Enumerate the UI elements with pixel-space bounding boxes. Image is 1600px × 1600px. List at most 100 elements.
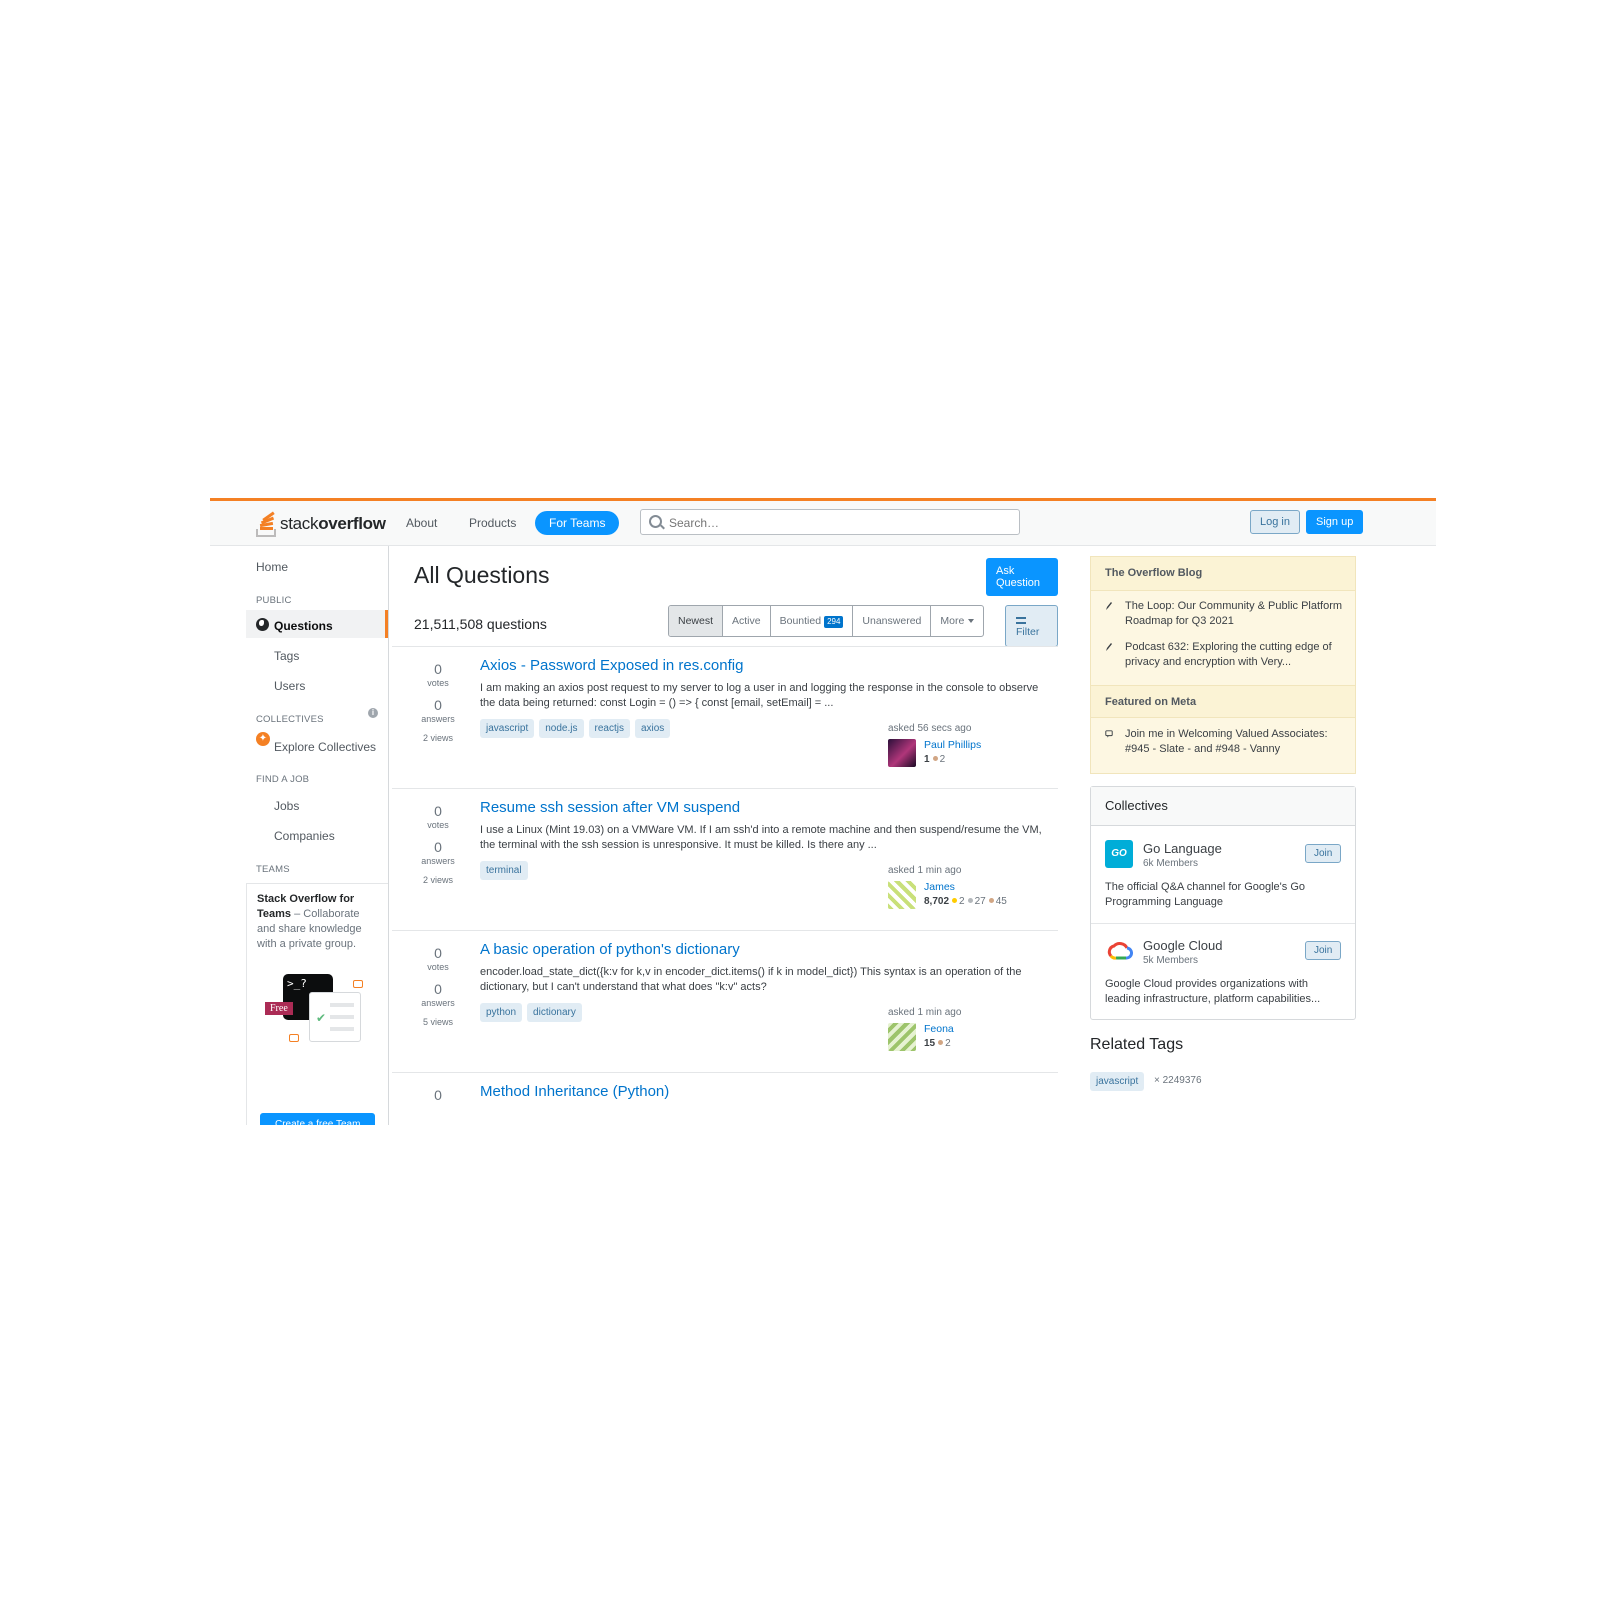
question-owner: asked 1 min ago Feona 15 2 [888,1007,1048,1051]
question-excerpt: I use a Linux (Mint 19.03) on a VMWare V… [480,824,1042,851]
collective-item: GO Go Language 6k Members Join The offic… [1091,826,1355,924]
tab-more[interactable]: More [931,606,983,636]
sidebar-heading-find-job: FIND A JOB [256,774,310,785]
question-title-link[interactable]: Method Inheritance (Python) [480,1083,669,1100]
join-button[interactable]: Join [1305,941,1342,960]
tag-axios[interactable]: axios [634,719,671,738]
free-badge: Free [265,1002,293,1015]
sidebar-item-jobs[interactable]: Jobs [274,799,299,813]
collective-name[interactable]: Google Cloud [1143,938,1223,953]
blog-item[interactable]: Podcast 632: Exploring the cutting edge … [1105,640,1345,670]
left-sidebar: Home PUBLIC Questions Tags Users COLLECT… [210,546,389,1125]
check-icon: ✔ [316,1011,327,1025]
user-reputation: 12 [924,754,946,765]
tag-javascript[interactable]: javascript [480,719,535,738]
collective-name[interactable]: Go Language [1143,841,1222,856]
avatar[interactable] [888,1023,916,1051]
tag-nodejs[interactable]: node.js [539,719,584,738]
question-summary: 0 Method Inheritance (Python) [392,1072,1058,1125]
stackoverflow-logo-icon [256,511,276,537]
tab-bountied[interactable]: Bountied 294 [771,606,854,636]
question-stats: 0 votes 0 answers 2 views [406,803,470,885]
filter-icon [1016,616,1026,624]
blog-item[interactable]: The Loop: Our Community & Public Platfor… [1105,599,1345,629]
user-name-link[interactable]: James [924,881,955,893]
ask-question-button[interactable]: Ask Question [986,558,1058,596]
collective-members: 6k Members [1143,858,1199,869]
question-title-link[interactable]: A basic operation of python's dictionary [480,941,740,958]
asked-time: asked 1 min ago [888,1007,962,1018]
avatar[interactable] [888,739,916,767]
sidebar-item-home[interactable]: Home [256,560,288,574]
top-navigation: stackoverflow About Products For Teams L… [210,501,1436,546]
related-tag-javascript[interactable]: javascript [1090,1072,1145,1091]
sidebar-heading-teams: TEAMS [256,864,290,875]
blog-heading: The Overflow Blog [1091,557,1355,591]
tag-dictionary[interactable]: dictionary [527,1003,582,1022]
vote-count: 0 [434,661,442,677]
search-box[interactable] [640,509,1020,535]
related-tag-count: × 2249376 [1154,1075,1202,1086]
search-input[interactable] [667,512,1011,534]
stackoverflow-logo[interactable]: stackoverflow [256,509,386,539]
answer-count: 0 [434,981,442,997]
login-button[interactable]: Log in [1250,510,1300,534]
tag-python[interactable]: python [480,1003,523,1022]
tab-newest[interactable]: Newest [669,606,724,636]
checklist-illustration: ✔ [309,992,361,1042]
question-tags: python dictionary [480,1003,582,1022]
teams-promo-text: Stack Overflow for Teams – Collaborate a… [257,893,362,950]
question-title-link[interactable]: Resume ssh session after VM suspend [480,799,740,816]
chat-bubble-icon [353,980,363,988]
info-icon[interactable]: i [368,708,378,718]
user-name-link[interactable]: Paul Phillips [924,739,981,751]
sidebar-item-companies[interactable]: Companies [274,829,335,843]
tab-active[interactable]: Active [723,606,771,636]
signup-button[interactable]: Sign up [1306,510,1364,534]
view-count: 5 views [422,1017,453,1027]
collective-members: 5k Members [1143,955,1199,966]
sort-tabs: Newest Active Bountied 294 Unanswered Mor… [668,605,985,637]
go-language-logo[interactable]: GO [1105,840,1133,868]
tag-reactjs[interactable]: reactjs [588,719,630,738]
nav-for-teams[interactable]: For Teams [535,511,620,535]
collectives-star-icon: ✦ [256,732,270,746]
sidebar-heading-collectives: COLLECTIVES [256,714,324,725]
sidebar-item-tags[interactable]: Tags [274,649,299,663]
page-title: All Questions [414,562,550,588]
vote-label: votes [427,820,449,830]
question-stats: 0 votes 0 answers 2 views [406,661,470,743]
nav-about[interactable]: About [396,512,447,534]
join-button[interactable]: Join [1305,844,1342,863]
question-excerpt: encoder.load_state_dict({k:v for k,v in … [480,966,1022,993]
sidebar-item-explore-collectives[interactable]: Explore Collectives [274,740,376,754]
tag-terminal[interactable]: terminal [480,861,528,880]
question-stats: 0 votes 0 answers 5 views [406,945,470,1027]
google-cloud-logo[interactable] [1105,937,1133,965]
user-name-link[interactable]: Feona [924,1023,954,1035]
answer-label: answers [421,998,455,1008]
sidebar-item-users[interactable]: Users [274,679,305,693]
question-excerpt: I am making an axios post request to my … [480,682,1039,709]
question-title-link[interactable]: Axios - Password Exposed in res.config [480,657,743,674]
nav-products[interactable]: Products [459,512,526,534]
bounty-count-badge: 294 [824,616,844,628]
avatar[interactable] [888,881,916,909]
tab-unanswered[interactable]: Unanswered [853,606,932,636]
caret-down-icon [968,619,975,624]
logo-wordmark: stackoverflow [280,514,386,533]
sidebar-item-questions[interactable]: Questions [274,619,333,633]
asked-time: asked 56 secs ago [888,723,972,734]
answer-count: 0 [434,697,442,713]
filter-button[interactable]: Filter [1005,605,1058,647]
browser-viewport: stackoverflow About Products For Teams L… [210,498,1436,1125]
meta-icon [1105,730,1113,738]
vote-count: 0 [434,1087,442,1103]
user-reputation: 15 2 [924,1038,951,1049]
search-icon [649,515,662,528]
globe-icon [256,618,269,631]
collective-description: Google Cloud provides organizations with… [1105,978,1321,1005]
meta-item[interactable]: Join me in Welcoming Valued Associates: … [1105,727,1345,757]
question-list: 0 votes 0 answers 2 views Axios - Passwo… [392,646,1058,1125]
create-free-team-button[interactable]: Create a free Team [260,1113,376,1125]
